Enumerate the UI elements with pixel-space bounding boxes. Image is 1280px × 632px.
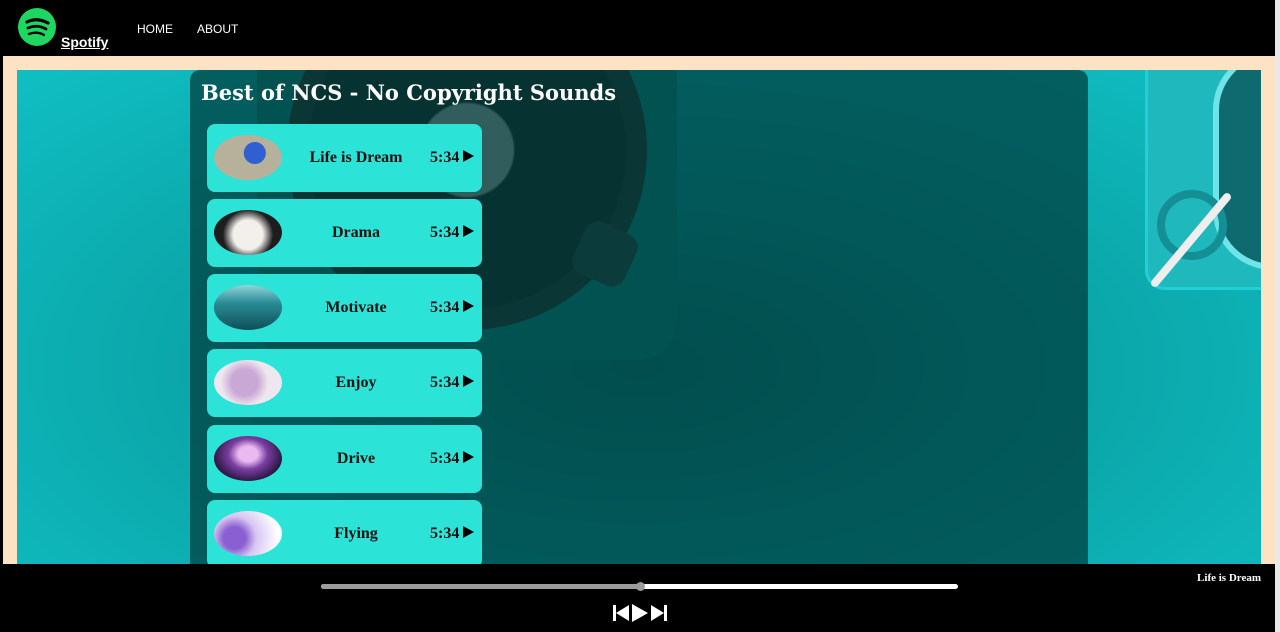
window-scrollbar[interactable] (1275, 0, 1280, 632)
song-name: Flying (334, 525, 378, 542)
song-item[interactable]: Motivate 5:34 (207, 274, 482, 342)
play-icon[interactable] (463, 375, 474, 387)
song-duration: 5:34 (430, 374, 460, 391)
song-name: Enjoy (335, 374, 377, 391)
song-duration: 5:34 (430, 149, 460, 166)
song-item[interactable]: Drive 5:34 (207, 425, 482, 493)
nav-about-link[interactable]: ABOUT (197, 22, 238, 36)
bottom-player: Life is Dream (0, 564, 1275, 632)
song-thumbnail (214, 436, 282, 481)
song-thumbnail (214, 285, 282, 330)
play-icon[interactable] (631, 603, 649, 623)
song-duration: 5:34 (430, 299, 460, 316)
song-item[interactable]: Life is Dream 5:34 (207, 124, 482, 192)
play-icon[interactable] (463, 225, 474, 237)
navbar: Spotify HOME ABOUT (0, 0, 1275, 56)
song-thumbnail (214, 511, 282, 556)
play-icon[interactable] (463, 150, 474, 162)
song-thumbnail (214, 210, 282, 255)
playlist-title: Best of NCS - No Copyright Sounds (201, 80, 617, 105)
play-icon[interactable] (463, 451, 474, 463)
song-duration: 5:34 (430, 450, 460, 467)
song-duration: 5:34 (430, 525, 460, 542)
playlist-panel: Best of NCS - No Copyright Sounds Life i… (190, 70, 1088, 564)
app-window: Spotify HOME ABOUT Best of NCS - No Copy… (0, 0, 1280, 632)
brand-link[interactable]: Spotify (61, 34, 108, 50)
song-name: Motivate (325, 299, 387, 316)
song-item[interactable]: Enjoy 5:34 (207, 349, 482, 417)
song-name: Drama (332, 224, 380, 241)
play-icon[interactable] (463, 300, 474, 312)
next-icon[interactable] (651, 604, 667, 622)
song-duration: 5:34 (430, 224, 460, 241)
song-thumbnail (214, 360, 282, 405)
now-playing-title: Life is Dream (1197, 572, 1261, 584)
previous-icon[interactable] (613, 604, 629, 622)
progress-fill (321, 584, 640, 589)
spotify-logo-icon[interactable] (18, 8, 56, 46)
progress-bar[interactable] (321, 582, 958, 591)
song-thumbnail (214, 135, 282, 180)
song-name: Drive (336, 450, 376, 467)
nav-home-link[interactable]: HOME (137, 22, 173, 36)
progress-thumb[interactable] (635, 582, 645, 591)
song-item[interactable]: Drama 5:34 (207, 199, 482, 267)
turntable-ring-art (1157, 190, 1227, 260)
song-name: Life is Dream (309, 149, 403, 166)
playback-controls (613, 602, 667, 624)
song-item[interactable]: Flying 5:34 (207, 500, 482, 564)
play-icon[interactable] (463, 526, 474, 538)
